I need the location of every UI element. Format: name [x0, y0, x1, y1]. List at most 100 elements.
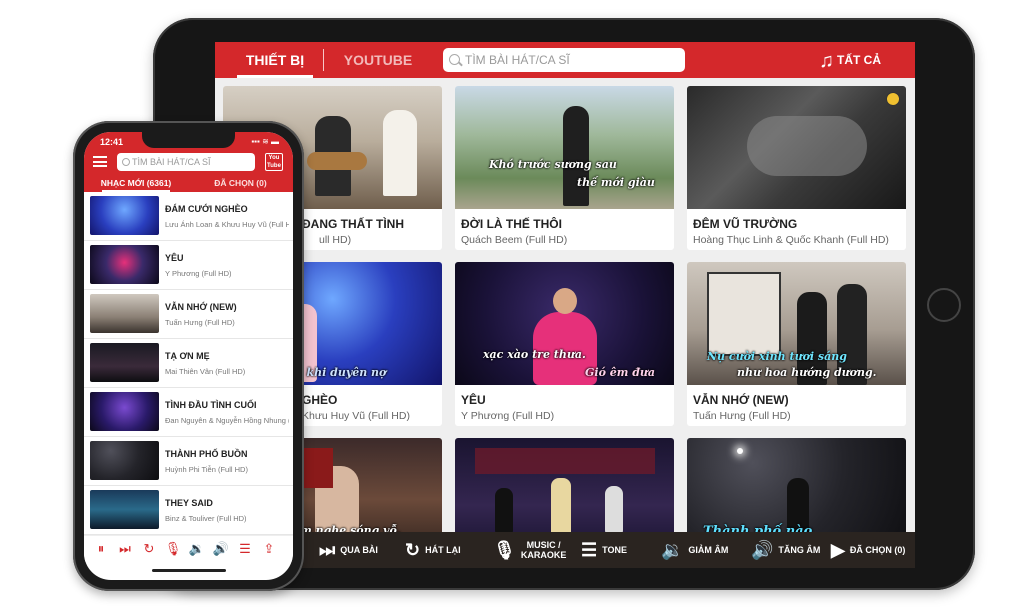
- list-item[interactable]: THEY SAID Binz & Touliver (Full HD): [84, 486, 293, 535]
- phone-notch: [142, 132, 235, 148]
- tab-device[interactable]: THIẾT BỊ: [227, 42, 323, 78]
- song-thumbnail: [90, 196, 159, 235]
- list-item[interactable]: TẠ ƠN MẸ Mai Thiên Vân (Full HD): [84, 339, 293, 388]
- replay-icon[interactable]: ↻: [140, 540, 158, 558]
- next-song-label: QUA BÀI: [340, 545, 378, 555]
- tone-button[interactable]: ☰ TONE: [581, 532, 627, 568]
- song-title: THEY SAID: [165, 498, 213, 508]
- tablet-top-bar: THIẾT BỊ YOUTUBE TÌM BÀI HÁT/CA SĨ ♫ TẤT …: [215, 42, 915, 78]
- song-card[interactable]: Nụ cười xinh tươi sáng như hoa hướng dươ…: [687, 262, 906, 426]
- list-item[interactable]: THÀNH PHỐ BUỒN Huỳnh Phi Tiễn (Full HD): [84, 437, 293, 486]
- search-input[interactable]: TÌM BÀI HÁT/CA SĨ: [117, 153, 255, 171]
- playback-control-bar: ⏭ QUA BÀI ↻ HÁT LẠI 🎙 MUSIC / KARAOKE ☰ TONE …: [215, 532, 915, 568]
- youtube-label-line2: Tube: [267, 163, 281, 169]
- song-artist: Y Phương (Full HD): [461, 410, 555, 422]
- song-title: ĐÁM CƯỚI NGHÈO: [165, 204, 248, 214]
- tab-new-songs[interactable]: NHẠC MỚI (6361): [84, 176, 188, 192]
- song-artist: Tuấn Hưng (Full HD): [693, 410, 791, 422]
- phone-device: 12:41 ▪▪▪ ≋ ▬ TÌM BÀI HÁT/CA SĨ You Tube …: [73, 121, 304, 591]
- tablet-screen: THIẾT BỊ YOUTUBE TÌM BÀI HÁT/CA SĨ ♫ TẤT …: [215, 42, 915, 568]
- volume-down-icon: 🔉: [661, 539, 684, 560]
- lyric-line: Nụ cười xinh tươi sáng: [707, 350, 847, 363]
- volume-up-button[interactable]: 🔊 TĂNG ÂM: [751, 532, 820, 568]
- volume-down-label: GIẢM ÂM: [688, 545, 729, 555]
- song-artist: Khưu Huy Vũ (Full HD): [302, 410, 410, 422]
- microphone-icon[interactable]: 🎙: [164, 540, 182, 558]
- song-thumbnail: [90, 343, 159, 382]
- tablet-home-button[interactable]: [927, 288, 961, 322]
- music-karaoke-label: MUSIC / KARAOKE: [521, 540, 567, 560]
- song-card[interactable]: xạc xào tre thưa. Gió êm đưa YÊU Y Phươn…: [455, 262, 674, 426]
- song-thumbnail: [90, 490, 159, 529]
- song-card[interactable]: Khó trước sương sau thế mới giàu ĐỜI LÀ …: [455, 86, 674, 250]
- song-thumbnail: xạc xào tre thưa. Gió êm đưa: [455, 262, 674, 385]
- song-artist: Huỳnh Phi Tiễn (Full HD): [165, 465, 248, 474]
- song-artist: Quách Beem (Full HD): [461, 234, 568, 246]
- search-placeholder: TÌM BÀI HÁT/CA SĨ: [132, 157, 211, 167]
- song-title: YÊU: [165, 253, 184, 263]
- tab-youtube[interactable]: YOUTUBE: [333, 42, 423, 78]
- list-item[interactable]: TÌNH ĐẦU TÌNH CUỐI Đan Nguyên & Nguyễn H…: [84, 388, 293, 437]
- song-artist: Binz & Touliver (Full HD): [165, 514, 247, 523]
- song-card[interactable]: ĐÊM VŨ TRƯỜNG Hoàng Thục Linh & Quốc Kha…: [687, 86, 906, 250]
- song-title: YÊU: [461, 393, 486, 407]
- song-thumbnail: [90, 441, 159, 480]
- replay-label: HÁT LẠI: [425, 545, 461, 555]
- song-thumbnail: Khó trước sương sau thế mới giàu: [455, 86, 674, 209]
- share-icon[interactable]: ⇪: [260, 540, 278, 558]
- phone-control-bar: ⏸ ⏭ ↻ 🎙 🔉 🔊 ☰ ⇪: [84, 535, 293, 562]
- volume-down-icon[interactable]: 🔉: [188, 540, 206, 558]
- list-item[interactable]: YÊU Y Phương (Full HD): [84, 241, 293, 290]
- replay-button[interactable]: ↻ HÁT LẠI: [405, 532, 461, 568]
- search-icon: [122, 158, 130, 166]
- pause-icon[interactable]: ⏸: [92, 540, 110, 558]
- lyric-line: xạc xào tre thưa.: [483, 348, 586, 361]
- song-title: THÀNH PHỐ BUỒN: [165, 449, 248, 459]
- music-sheet-icon: ☰: [581, 539, 598, 560]
- play-list-icon: ▶: [831, 539, 845, 560]
- music-note-icon: ♫: [819, 49, 834, 72]
- lyric-line: Gió êm đưa: [585, 366, 656, 379]
- search-icon: [449, 54, 460, 65]
- song-thumbnail: [687, 86, 906, 209]
- music-sheet-icon[interactable]: ☰: [236, 540, 254, 558]
- list-item[interactable]: ĐÁM CƯỚI NGHÈO Lưu Ánh Loan & Khưu Huy V…: [84, 192, 293, 241]
- song-artist: Tuấn Hưng (Full HD): [165, 318, 235, 327]
- list-item[interactable]: VẪN NHỚ (NEW) Tuấn Hưng (Full HD): [84, 290, 293, 339]
- song-thumbnail: Nụ cười xinh tươi sáng như hoa hướng dươ…: [687, 262, 906, 385]
- home-indicator: [152, 569, 226, 572]
- search-placeholder: TÌM BÀI HÁT/CA SĨ: [465, 53, 570, 67]
- song-title: ĐÊM VŨ TRƯỜNG: [693, 217, 798, 231]
- all-songs-label: TẤT CẢ: [837, 53, 881, 67]
- selected-songs-button[interactable]: ▶ ĐÃ CHỌN (0): [831, 532, 905, 568]
- search-input[interactable]: TÌM BÀI HÁT/CA SĨ: [443, 48, 685, 72]
- replay-icon: ↻: [405, 539, 421, 560]
- song-artist: Lưu Ánh Loan & Khưu Huy Vũ (Full HD): [165, 220, 289, 229]
- song-title: GHÈO: [302, 393, 338, 407]
- lyric-line: Khó trước sương sau: [489, 158, 617, 171]
- lyric-line: như hoa hướng dương.: [737, 366, 877, 379]
- volume-down-button[interactable]: 🔉 GIẢM ÂM: [661, 532, 728, 568]
- youtube-icon[interactable]: You Tube: [265, 153, 283, 171]
- song-title: TÌNH ĐẦU TÌNH CUỐI: [165, 400, 257, 410]
- youtube-label-line1: You: [268, 155, 280, 161]
- all-songs-button[interactable]: ♫ TẤT CẢ: [819, 42, 881, 78]
- song-title: VẪN NHỚ (NEW): [693, 393, 789, 407]
- skip-next-icon: ⏭: [319, 539, 336, 560]
- song-title: VẪN NHỚ (NEW): [165, 302, 237, 312]
- song-artist: Mai Thiên Vân (Full HD): [165, 367, 246, 376]
- music-label-line1: MUSIC /: [526, 540, 561, 550]
- tab-selected[interactable]: ĐÃ CHỌN (0): [188, 176, 293, 192]
- song-artist: Y Phương (Full HD): [165, 269, 232, 278]
- song-title: ĐANG THẤT TÌNH: [302, 217, 404, 231]
- status-icons: ▪▪▪ ≋ ▬: [251, 137, 279, 146]
- volume-up-icon[interactable]: 🔊: [212, 540, 230, 558]
- song-title: TẠ ƠN MẸ: [165, 351, 210, 361]
- music-karaoke-button[interactable]: 🎙 MUSIC / KARAOKE: [493, 532, 566, 568]
- hamburger-menu-icon[interactable]: [93, 156, 107, 167]
- next-song-button[interactable]: ⏭ QUA BÀI: [319, 532, 378, 568]
- volume-up-icon: 🔊: [751, 539, 774, 560]
- music-label-line2: KARAOKE: [520, 550, 567, 560]
- skip-next-icon[interactable]: ⏭: [116, 540, 134, 558]
- karaoke-badge-icon: [886, 92, 900, 106]
